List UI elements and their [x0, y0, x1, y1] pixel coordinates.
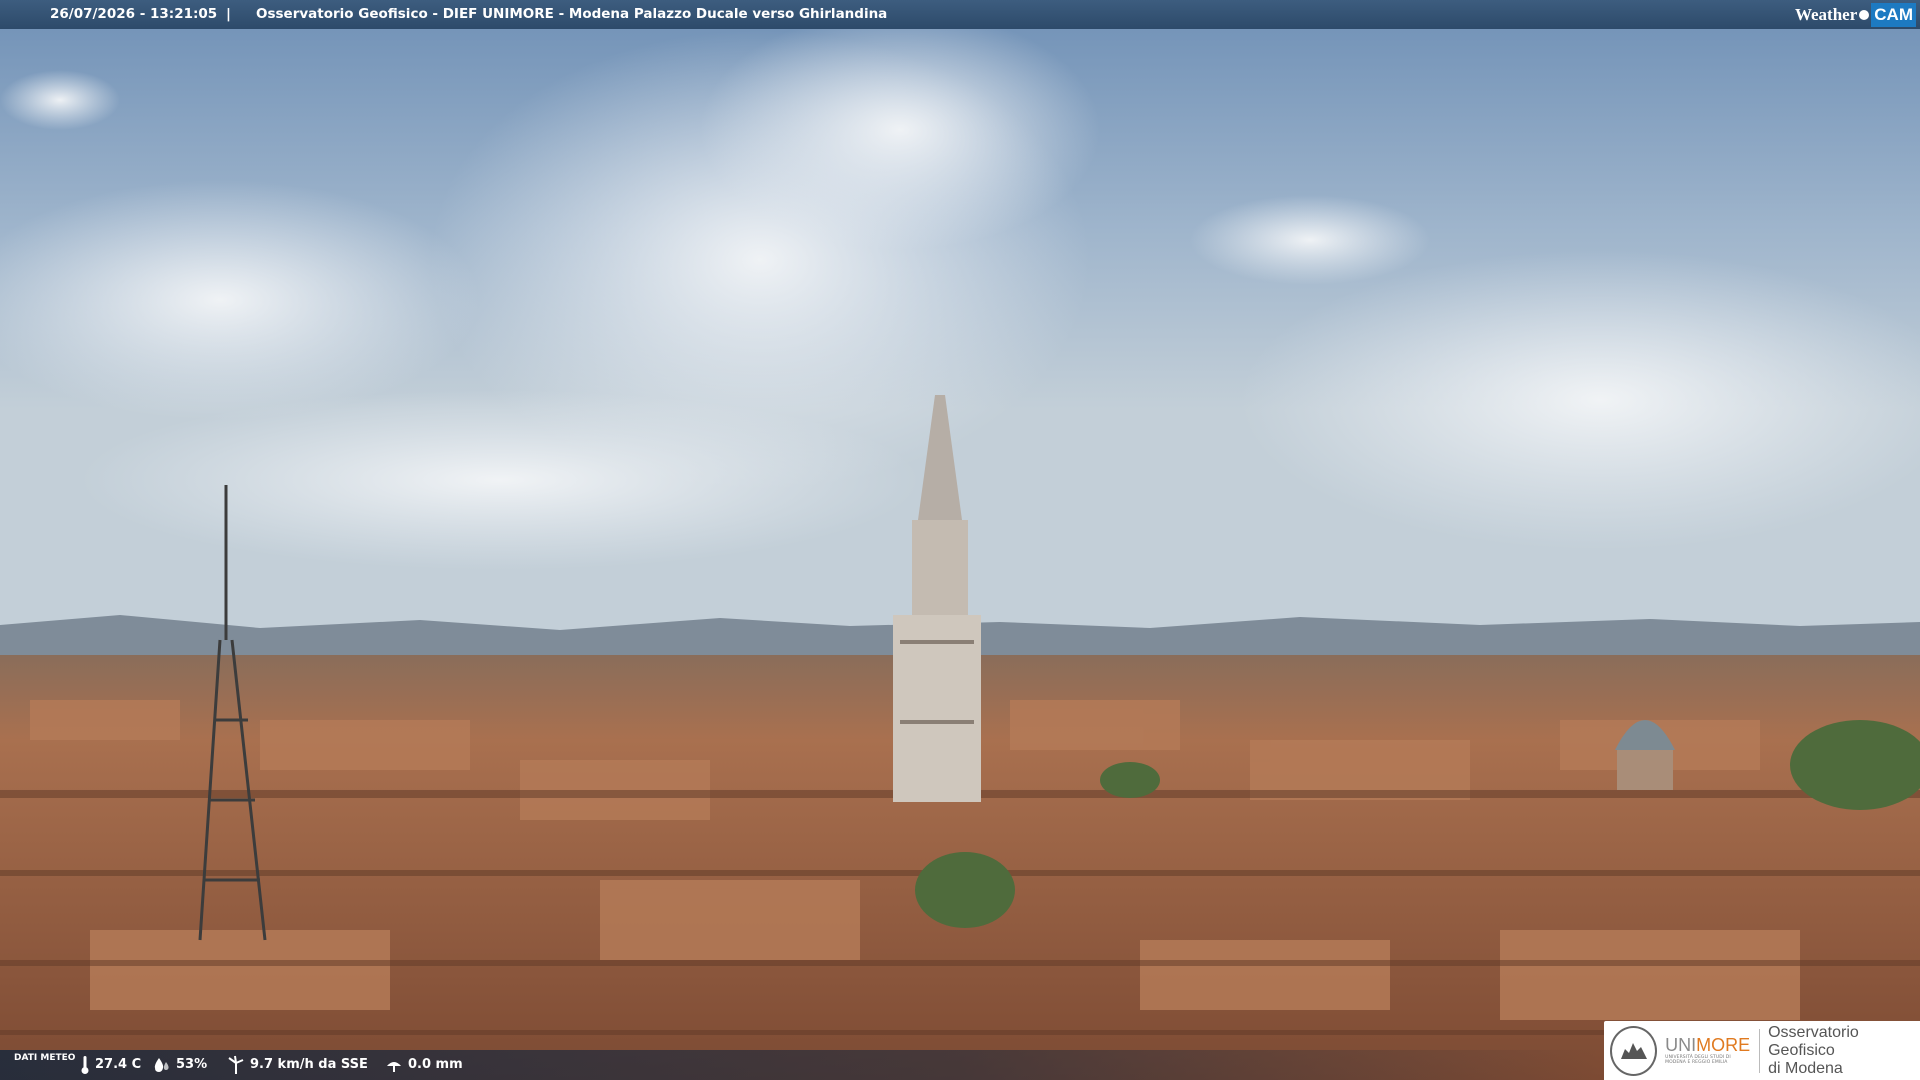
cloud	[80, 390, 920, 570]
brand-weather: Weather	[1794, 5, 1858, 24]
weather-data-bar: DATI METEO 27.4 C 53% 9.7 km/h da SSE 0.…	[0, 1050, 1600, 1080]
humidity-drop-icon	[154, 1058, 169, 1072]
dati-meteo-label: DATI METEO	[14, 1053, 76, 1063]
trees	[915, 852, 1015, 928]
thermometer-icon	[81, 1056, 89, 1074]
timestamp: 26/07/2026 - 13:21:05	[50, 6, 218, 22]
unimore-suffix: MORE	[1696, 1035, 1751, 1055]
brand-cam: CAM	[1871, 2, 1916, 27]
logo-divider	[1759, 1028, 1761, 1073]
wind-turbine-icon	[228, 1055, 244, 1074]
observatory-name: Osservatorio Geofisico di Modena	[1768, 1024, 1920, 1078]
rain-gauge-icon	[387, 1062, 401, 1072]
trees	[1100, 762, 1160, 798]
temperature-reading: 27.4 C	[80, 1050, 141, 1080]
brand-dot-icon	[1859, 9, 1870, 20]
rain-reading: 0.0 mm	[385, 1050, 463, 1080]
caption-bar: 26/07/2026 - 13:21:05 | Osservatorio Geo…	[0, 0, 1920, 29]
wind-reading: 9.7 km/h da SSE	[227, 1050, 368, 1080]
cloud	[700, 10, 1100, 250]
webcam-image	[0, 0, 1920, 1080]
cloud	[1190, 195, 1430, 285]
observatory-line2: di Modena	[1768, 1059, 1843, 1077]
humidity-value: 53%	[176, 1057, 208, 1072]
camera-title: Osservatorio Geofisico - DIEF UNIMORE - …	[256, 6, 888, 22]
separator: |	[226, 6, 231, 22]
observatory-line1: Osservatorio Geofisico	[1768, 1023, 1859, 1059]
unimore-logo-panel: UNIMORE UNIVERSITÀ DEGLI STUDI DI MODENA…	[1604, 1021, 1920, 1080]
humidity-reading: 53%	[153, 1050, 207, 1080]
rain-value: 0.0 mm	[408, 1057, 463, 1072]
cloud	[0, 70, 120, 130]
weathercam-logo: Weather CAM	[1795, 0, 1920, 29]
unimore-subtitle: UNIVERSITÀ DEGLI STUDI DI MODENA E REGGI…	[1665, 1055, 1731, 1065]
university-seal-icon	[1610, 1025, 1658, 1076]
unimore-wordmark: UNIMORE UNIVERSITÀ DEGLI STUDI DI MODENA…	[1665, 1036, 1751, 1065]
temperature-value: 27.4 C	[95, 1057, 142, 1072]
unimore-prefix: UNI	[1665, 1035, 1697, 1055]
wind-value: 9.7 km/h da SSE	[250, 1057, 368, 1072]
